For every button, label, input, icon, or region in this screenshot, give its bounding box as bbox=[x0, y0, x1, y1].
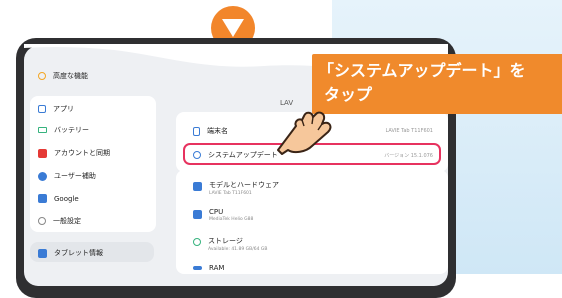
model-icon bbox=[193, 182, 202, 191]
sidebar-item-label: アプリ bbox=[53, 105, 74, 113]
account-icon bbox=[38, 148, 47, 158]
battery-icon bbox=[38, 127, 47, 133]
device-name-value: LAVIE Tab T11F601 bbox=[385, 128, 433, 134]
sidebar-item-accessibility[interactable]: ユーザー補助 bbox=[38, 171, 96, 181]
sidebar-item-label: 高度な機能 bbox=[53, 72, 88, 80]
sidebar-group bbox=[30, 96, 156, 232]
spec-label: モデルとハードウェア bbox=[209, 181, 279, 189]
sidebar-item-advanced[interactable]: 高度な機能 bbox=[38, 71, 88, 81]
sidebar-item-general[interactable]: 一般設定 bbox=[38, 216, 81, 226]
spec-sub: Available: 41.89 GB/64 GB bbox=[208, 247, 268, 252]
advanced-icon bbox=[38, 72, 46, 80]
google-icon bbox=[38, 194, 47, 203]
spec-label: ストレージ bbox=[208, 237, 243, 245]
sidebar-item-battery[interactable]: バッテリー bbox=[38, 125, 89, 135]
ram-icon bbox=[193, 266, 202, 270]
spec-label: CPU bbox=[209, 208, 224, 216]
tablet-icon bbox=[193, 126, 200, 136]
sidebar-item-accounts[interactable]: アカウントと同期 bbox=[38, 148, 110, 158]
callout-line-1: 「システムアップデート」を bbox=[318, 61, 526, 80]
sidebar-item-label: バッテリー bbox=[54, 126, 89, 134]
sidebar-item-label: アカウントと同期 bbox=[54, 149, 110, 157]
sidebar-item-label: Google bbox=[54, 194, 79, 203]
callout-line-2: タップ bbox=[324, 85, 373, 104]
spec-sub: LAVIE Tab T11F601 bbox=[209, 191, 252, 196]
cpu-icon bbox=[193, 210, 202, 219]
general-settings-icon bbox=[38, 217, 46, 225]
accessibility-icon bbox=[38, 171, 47, 181]
device-name-label: 端末名 bbox=[207, 127, 228, 135]
spec-row-model[interactable]: モデルとハードウェア LAVIE Tab T11F601 bbox=[193, 180, 279, 196]
sidebar-item-label: ユーザー補助 bbox=[54, 172, 96, 180]
spec-row-storage[interactable]: ストレージ Available: 41.89 GB/64 GB bbox=[193, 236, 267, 252]
tablet-info-icon bbox=[38, 248, 47, 258]
storage-icon bbox=[193, 238, 201, 246]
pointing-hand-icon bbox=[277, 111, 332, 155]
spec-row-ram[interactable]: RAM bbox=[193, 264, 224, 272]
instruction-callout: 「システムアップデート」を タップ bbox=[312, 54, 562, 114]
spec-sub: MediaTek Helio G88 bbox=[209, 217, 254, 222]
sidebar-item-google[interactable]: Google bbox=[38, 194, 79, 203]
spec-label: RAM bbox=[209, 264, 225, 272]
sidebar-item-apps[interactable]: アプリ bbox=[38, 104, 74, 114]
sidebar-item-label: 一般設定 bbox=[53, 217, 81, 225]
sidebar-item-label: タブレット情報 bbox=[54, 249, 103, 257]
sidebar-item-tablet-info[interactable]: タブレット情報 bbox=[38, 248, 103, 258]
apps-icon bbox=[38, 105, 46, 113]
spec-row-cpu[interactable]: CPU MediaTek Helio G88 bbox=[193, 208, 253, 222]
